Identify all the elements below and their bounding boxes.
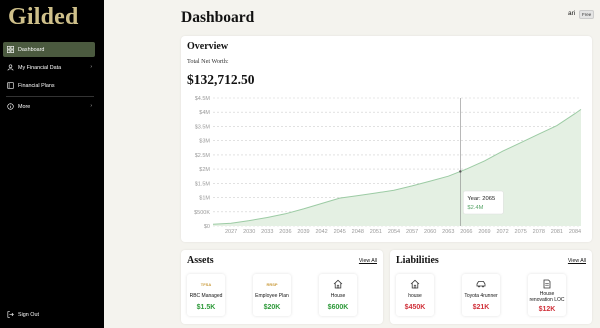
document-icon (528, 279, 566, 289)
assets-title: Assets (187, 255, 214, 266)
y-tick-label: $2M (199, 167, 210, 173)
y-tick-label: $1.5M (195, 181, 211, 187)
rrsp-logo-icon: RRSP (266, 281, 278, 287)
chevron-right-icon: › (90, 64, 92, 70)
y-tick-label: $2.5M (195, 153, 211, 159)
x-tick-label: 2042 (315, 229, 327, 235)
user-name[interactable]: ari (568, 10, 575, 17)
asset-label: RBC Managed (189, 293, 223, 299)
x-tick-label: 2084 (569, 229, 581, 235)
x-tick-label: 2030 (243, 229, 255, 235)
x-tick-label: 2072 (496, 229, 508, 235)
x-tick-label: 2051 (370, 229, 382, 235)
asset-value: $20K (263, 304, 281, 311)
sidebar-divider (6, 96, 94, 97)
asset-label: Employee Plan (255, 293, 289, 299)
x-tick-label: 2054 (388, 229, 400, 235)
chart-hover-point (459, 170, 462, 173)
y-tick-label: $3M (199, 139, 210, 145)
house-icon (396, 279, 434, 289)
x-tick-label: 2039 (297, 229, 309, 235)
asset-value: $1.5K (196, 304, 216, 311)
asset-label: House (330, 293, 346, 299)
sidebar-item-financial-plans[interactable]: Financial Plans (3, 78, 95, 93)
x-tick-label: 2081 (551, 229, 563, 235)
liability-tile-house-renovation[interactable]: House renovation LOC $12K (528, 274, 566, 316)
x-tick-label: 2069 (478, 229, 490, 235)
liability-label: House renovation LOC (529, 291, 565, 303)
liability-value: $12K (538, 306, 556, 313)
grid-icon (7, 46, 14, 53)
liabilities-view-all-link[interactable]: View All (568, 258, 586, 264)
sidebar-item-label: My Financial Data (18, 64, 62, 71)
liabilities-card: Liabilities View All house $450K Toyota … (390, 250, 592, 324)
x-tick-label: 2078 (533, 229, 545, 235)
car-icon (462, 279, 500, 289)
sidebar-item-label: Financial Plans (18, 82, 55, 89)
sidebar-item-label: Dashboard (18, 46, 45, 53)
assets-view-all-link[interactable]: View All (359, 258, 377, 264)
y-tick-label: $3.5M (195, 124, 211, 130)
x-tick-label: 2066 (460, 229, 472, 235)
book-icon (7, 82, 14, 89)
tooltip-year: Year: 2065 (467, 196, 495, 202)
user-icon (7, 64, 14, 71)
liability-value: $450K (404, 304, 426, 311)
x-tick-label: 2063 (442, 229, 454, 235)
sign-out-button[interactable]: Sign Out (3, 307, 95, 322)
x-tick-label: 2045 (334, 229, 346, 235)
x-tick-label: 2027 (225, 229, 237, 235)
x-tick-label: 2033 (261, 229, 273, 235)
x-tick-label: 2036 (279, 229, 291, 235)
x-tick-label: 2075 (515, 229, 527, 235)
chevron-right-icon: › (90, 103, 92, 109)
sidebar-item-my-financial-data[interactable]: My Financial Data › (3, 60, 95, 75)
x-tick-label: 2048 (352, 229, 364, 235)
house-icon (319, 279, 357, 289)
y-tick-label: $4M (199, 110, 210, 116)
info-icon (7, 103, 14, 110)
brand-logo[interactable]: Gilded (8, 4, 79, 31)
sign-out-icon (7, 311, 14, 318)
sidebar-item-label: More (18, 103, 31, 110)
assets-card: Assets View All TFSA RBC Managed $1.5K R… (181, 250, 383, 324)
sidebar-item-dashboard[interactable]: Dashboard (3, 42, 95, 57)
asset-tile-employee-plan[interactable]: RRSP Employee Plan $20K (253, 274, 291, 316)
page-title: Dashboard (181, 9, 255, 26)
sidebar-item-more[interactable]: More › (3, 99, 95, 114)
overview-card: Overview Total Net Worth: $132,712.50 $0… (181, 36, 592, 242)
net-worth-chart[interactable]: $0 $500K $1M $1.5M $2M $2.5M $3M $3.5M $4M $4.5M 2… (181, 36, 592, 242)
sidebar: Gilded Dashboard My Financial Data › Fin… (0, 0, 104, 328)
liability-value: $21K (472, 304, 490, 311)
asset-value: $600K (327, 304, 349, 311)
plan-badge: Free (579, 10, 595, 19)
y-tick-label: $0 (204, 224, 210, 230)
x-tick-label: 2057 (406, 229, 418, 235)
y-tick-label: $4.5M (195, 96, 211, 102)
liabilities-title: Liabilities (396, 255, 439, 266)
liability-label: Toyota 4runner (464, 293, 498, 299)
tfsa-logo-icon: TFSA (200, 281, 212, 287)
liability-label: house (408, 293, 422, 299)
y-tick-label: $500K (194, 210, 210, 216)
liability-tile-house[interactable]: house $450K (396, 274, 434, 316)
x-tick-label: 2060 (424, 229, 436, 235)
tooltip-value: $2.4M (467, 205, 483, 211)
liability-tile-toyota[interactable]: Toyota 4runner $21K (462, 274, 500, 316)
asset-tile-rbc-managed[interactable]: TFSA RBC Managed $1.5K (187, 274, 225, 316)
asset-tile-house[interactable]: House $600K (319, 274, 357, 316)
chart-area-fill (213, 109, 581, 226)
y-tick-label: $1M (199, 196, 210, 202)
sign-out-label: Sign Out (18, 311, 39, 318)
